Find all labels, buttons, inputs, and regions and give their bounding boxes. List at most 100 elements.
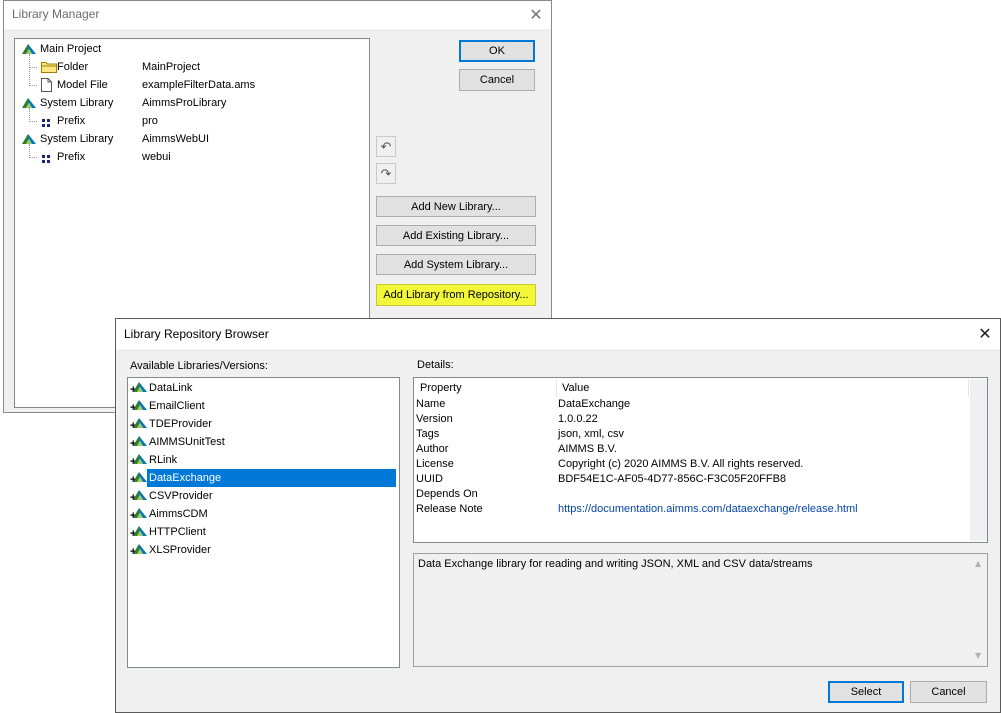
aimms-icon [133, 399, 147, 411]
property-name: Version [416, 413, 453, 425]
aimms-icon [133, 525, 147, 537]
details-row: Name DataExchange [414, 397, 987, 412]
library-name: DataLink [149, 382, 193, 394]
details-row: Release Note https://documentation.aimms.… [414, 502, 987, 517]
tree-item[interactable]: System Library AimmsProLibrary [15, 94, 369, 112]
details-row: Tags json, xml, csv [414, 427, 987, 442]
property-value: Copyright (c) 2020 AIMMS B.V. All rights… [558, 458, 804, 470]
description-box: Data Exchange library for reading and wr… [413, 553, 988, 667]
library-list-item[interactable]: + DataExchange [128, 469, 399, 487]
library-list-item[interactable]: + AimmsCDM [128, 505, 399, 523]
tree-item-value: AimmsWebUI [142, 133, 210, 145]
library-name: AimmsCDM [149, 508, 208, 520]
aimms-icon [133, 543, 147, 555]
property-name: Tags [416, 428, 440, 440]
aimms-icon [133, 489, 147, 501]
library-name: DataExchange [147, 469, 396, 487]
add-system-library-button[interactable]: Add System Library... [376, 254, 536, 275]
tree-connector [29, 121, 37, 122]
cancel-button[interactable]: Cancel [459, 69, 535, 91]
file-icon [41, 78, 52, 92]
available-libraries-label: Available Libraries/Versions: [130, 360, 268, 372]
library-list-item[interactable]: + XLSProvider [128, 541, 399, 559]
details-table: Property Value Name DataExchange Version 1.… [413, 377, 988, 543]
property-value: 1.0.0.22 [558, 413, 598, 425]
close-icon[interactable]: ✕ [972, 323, 998, 345]
tree-item-value: exampleFilterData.ams [142, 79, 256, 91]
aimms-icon [133, 435, 147, 447]
tree-connector [29, 54, 30, 86]
property-value: AIMMS B.V. [558, 443, 617, 455]
tree-item-value: AimmsProLibrary [142, 97, 227, 109]
library-list-item[interactable]: + CSVProvider [128, 487, 399, 505]
library-list-item[interactable]: + EmailClient [128, 397, 399, 415]
close-icon[interactable]: ✕ [523, 4, 549, 26]
select-button[interactable]: Select [828, 681, 904, 703]
tree-item[interactable]: System Library AimmsWebUI [15, 130, 369, 148]
details-row: Version 1.0.0.22 [414, 412, 987, 427]
scroll-down-icon[interactable]: ▼ [975, 651, 981, 660]
library-list-item[interactable]: + RLink [128, 451, 399, 469]
property-value: DataExchange [558, 398, 631, 410]
tree-item[interactable]: Main Project [15, 40, 369, 58]
library-list-item[interactable]: + AIMMSUnitTest [128, 433, 399, 451]
library-manager-titlebar: Library Manager ✕ [4, 1, 551, 29]
tree-item-label: Folder [57, 61, 89, 73]
property-column-header[interactable]: Property [415, 379, 557, 397]
add-new-library-button[interactable]: Add New Library... [376, 196, 536, 217]
library-name: CSVProvider [149, 490, 213, 502]
library-list-item[interactable]: + HTTPClient [128, 523, 399, 541]
tree-item-label: Model File [57, 79, 108, 91]
tree-connector [29, 108, 30, 122]
tree-item-value: pro [142, 115, 158, 127]
tree-item-label: Main Project [40, 43, 102, 55]
details-row: License Copyright (c) 2020 AIMMS B.V. All… [414, 457, 987, 472]
tree-item-label: Prefix [57, 151, 86, 163]
value-column-header[interactable]: Value [557, 379, 969, 397]
details-row: Author AIMMS B.V. [414, 442, 987, 457]
library-name: EmailClient [149, 400, 205, 412]
property-value: json, xml, csv [558, 428, 625, 440]
available-libraries-list[interactable]: + DataLink + EmailClient + TDEProvider + AIMMSU… [127, 377, 400, 668]
tree-item-label: System Library [40, 97, 114, 109]
repository-browser-titlebar: Library Repository Browser ✕ [116, 319, 1000, 349]
dots-icon [41, 116, 51, 127]
description-scrollbar[interactable]: ▲ ▼ [971, 555, 987, 665]
aimms-icon [133, 507, 147, 519]
library-name: RLink [149, 454, 178, 466]
aimms-icon [133, 471, 147, 483]
redo-icon: ↷ [380, 165, 392, 181]
tree-item-value: MainProject [142, 61, 201, 73]
property-name: Author [416, 443, 449, 455]
add-library-from-repository-button[interactable]: Add Library from Repository... [376, 284, 536, 306]
redo-button[interactable]: ↷ [376, 163, 396, 184]
tree-connector [29, 85, 37, 86]
ok-button[interactable]: OK [459, 40, 535, 62]
library-list-item[interactable]: + TDEProvider [128, 415, 399, 433]
scroll-up-icon[interactable]: ▲ [975, 559, 981, 568]
tree-item[interactable]: Prefix webui [15, 148, 369, 166]
library-name: XLSProvider [149, 544, 211, 556]
property-name: License [416, 458, 454, 470]
tree-item[interactable]: Prefix pro [15, 112, 369, 130]
release-note-link[interactable]: https://documentation.aimms.com/dataexch… [558, 502, 858, 517]
undo-icon: ↶ [380, 138, 392, 154]
undo-button[interactable]: ↶ [376, 136, 396, 157]
property-name: Release Note [416, 503, 483, 515]
property-value: BDF54E1C-AF05-4D77-856C-F3C05F20FFB8 [558, 473, 787, 485]
library-name: AIMMSUnitTest [149, 436, 225, 448]
library-description: Data Exchange library for reading and wr… [418, 558, 813, 570]
library-name: HTTPClient [149, 526, 206, 538]
dots-icon [41, 152, 51, 163]
details-row: Depends On [414, 487, 987, 502]
add-existing-library-button[interactable]: Add Existing Library... [376, 225, 536, 246]
aimms-icon [133, 381, 147, 393]
library-list-item[interactable]: + DataLink [128, 379, 399, 397]
library-manager-title: Library Manager [12, 7, 100, 21]
tree-item[interactable]: Folder MainProject [15, 58, 369, 76]
tree-item[interactable]: Model File exampleFilterData.ams [15, 76, 369, 94]
cancel-button[interactable]: Cancel [910, 681, 987, 703]
library-name: TDEProvider [149, 418, 212, 430]
details-row: UUID BDF54E1C-AF05-4D77-856C-F3C05F20FFB8 [414, 472, 987, 487]
folder-icon [41, 61, 57, 73]
